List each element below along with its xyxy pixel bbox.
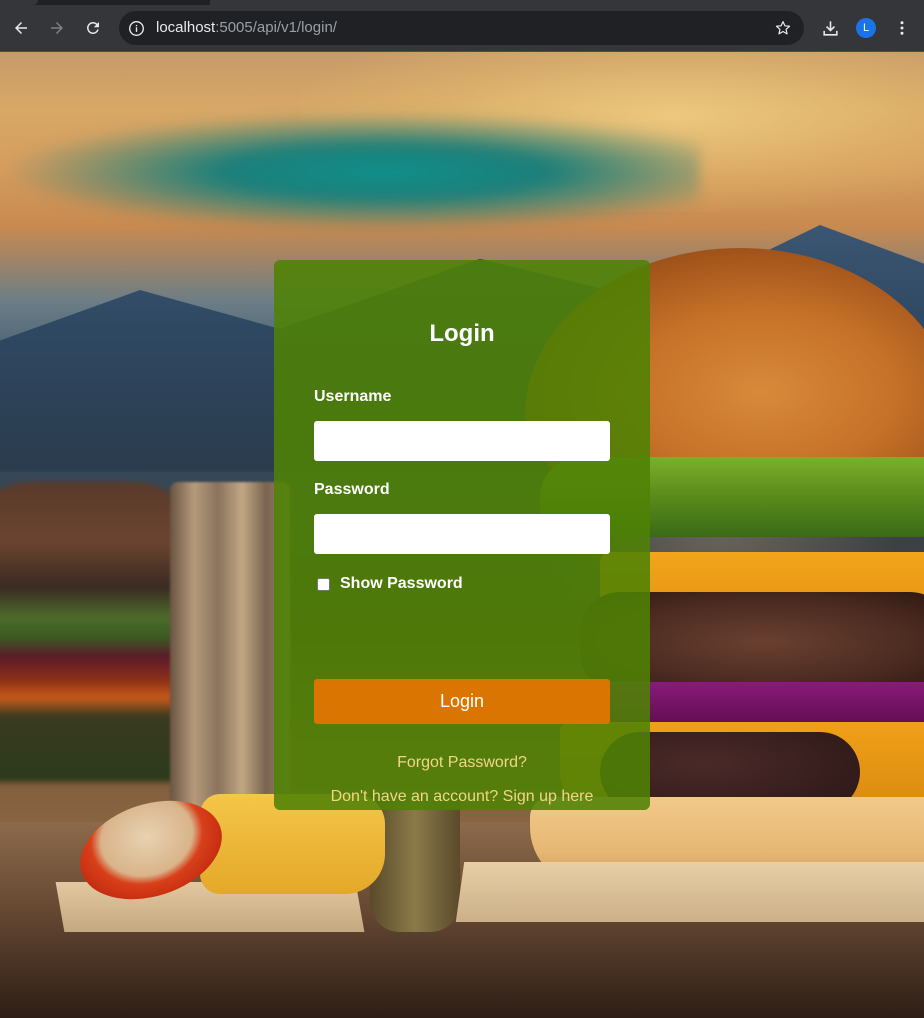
login-button[interactable]: Login: [314, 679, 610, 724]
forward-button[interactable]: [45, 16, 69, 40]
profile-avatar[interactable]: L: [856, 18, 876, 38]
url-path: :5005/api/v1/login/: [215, 19, 337, 36]
arrow-right-icon: [51, 22, 63, 34]
background-cup: [170, 482, 290, 842]
background-paper-right: [455, 862, 924, 922]
info-icon[interactable]: [127, 19, 145, 37]
reload-icon: [87, 22, 99, 34]
login-card: Login Username Password Show Password Lo…: [274, 260, 650, 810]
forgot-password-link[interactable]: Forgot Password?: [274, 754, 650, 772]
back-button[interactable]: [9, 16, 33, 40]
page-viewport: Login Username Password Show Password Lo…: [0, 52, 924, 1018]
arrow-left-icon: [15, 22, 27, 34]
url-text: localhost:5005/api/v1/login/: [156, 11, 337, 45]
show-password-toggle[interactable]: Show Password: [317, 575, 463, 593]
username-label: Username: [314, 388, 392, 405]
show-password-label: Show Password: [340, 575, 463, 592]
star-icon[interactable]: [774, 19, 792, 37]
password-input[interactable]: [314, 514, 610, 554]
kebab-menu-icon[interactable]: [890, 16, 914, 40]
download-icon[interactable]: [818, 16, 842, 40]
show-password-checkbox[interactable]: [317, 577, 330, 591]
login-title: Login: [429, 320, 495, 347]
username-input[interactable]: [314, 421, 610, 461]
password-label: Password: [314, 481, 390, 498]
reload-button[interactable]: [81, 16, 105, 40]
background-teal-band: [0, 112, 700, 232]
address-bar[interactable]: localhost:5005/api/v1/login/: [119, 11, 804, 45]
url-host: localhost: [156, 19, 216, 36]
browser-toolbar: localhost:5005/api/v1/login/ L: [0, 5, 924, 52]
signup-link[interactable]: Don't have an account? Sign up here: [274, 788, 650, 806]
